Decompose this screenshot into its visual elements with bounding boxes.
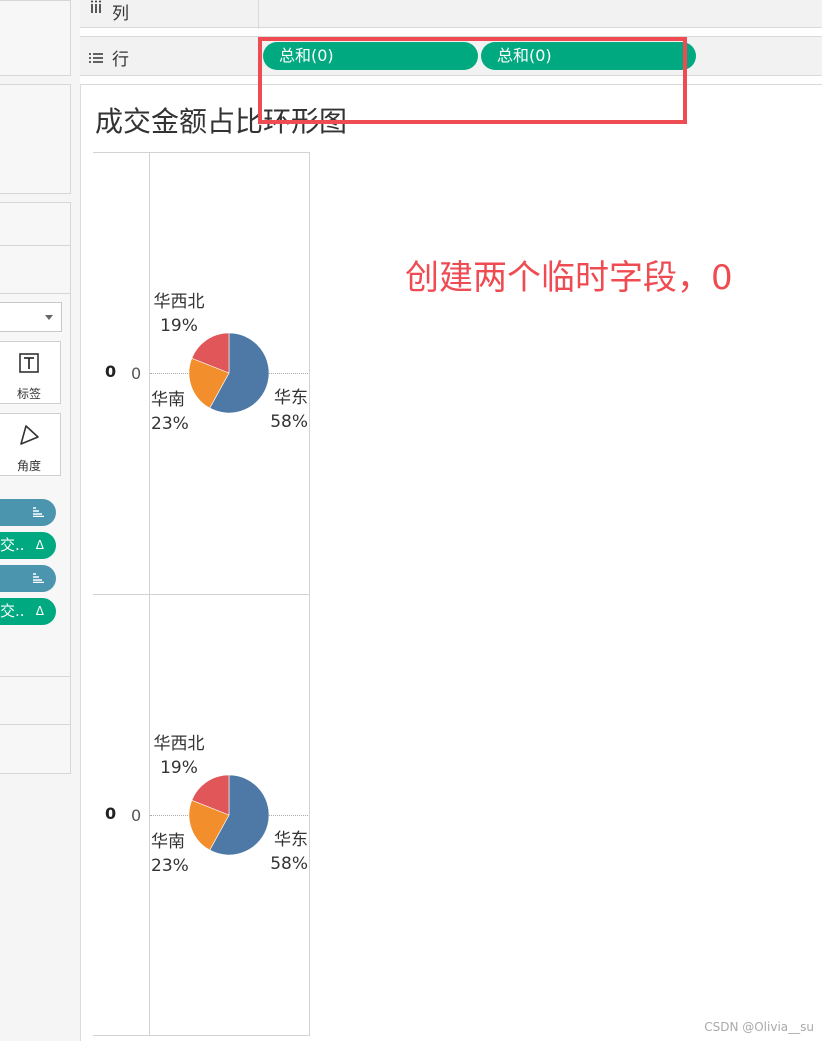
field-pill[interactable]: 交.. Δ — [0, 598, 56, 625]
pie-label-category: 华西北 — [153, 292, 205, 312]
pie-label-percent: 23% — [151, 414, 189, 434]
marks-divider — [0, 676, 71, 677]
pie-label-category: 华南 — [151, 832, 185, 852]
pie-label-south: 华南 23% — [151, 830, 189, 878]
pie-label-percent: 58% — [270, 854, 308, 874]
columns-icon — [90, 0, 102, 19]
pie-label-category: 华南 — [151, 390, 185, 410]
pie-label-percent: 19% — [160, 758, 198, 778]
chevron-down-icon — [45, 315, 53, 320]
pie-label-percent: 23% — [151, 856, 189, 876]
sort-icon — [33, 507, 44, 517]
delta-icon: Δ — [35, 604, 44, 618]
label-mark-button[interactable]: 标签 — [0, 341, 61, 404]
pie-chart[interactable] — [189, 775, 269, 855]
filters-card — [0, 0, 71, 76]
label-mark-text: 标签 — [16, 387, 41, 401]
annotation-text: 创建两个临时字段，0 — [405, 258, 733, 298]
annotation-highlight-box — [258, 37, 687, 124]
columns-shelf[interactable]: 列 — [80, 0, 822, 29]
marks-divider — [0, 724, 71, 725]
row-axis-header: 0 — [105, 804, 117, 823]
pie-label-northwest: 华西北 19% — [152, 290, 206, 338]
text-label-icon — [19, 353, 39, 373]
row-axis-header: 0 — [105, 362, 117, 381]
sort-icon — [33, 573, 44, 583]
marks-divider — [0, 293, 71, 294]
worksheet-view — [80, 84, 822, 1041]
marks-panel: 标签 角度 交.. Δ 交.. Δ — [0, 0, 80, 1041]
columns-shelf-label: 列 — [112, 4, 129, 24]
pill-label: 交.. — [0, 536, 25, 554]
mark-type-dropdown[interactable] — [0, 302, 62, 332]
field-pill[interactable] — [0, 565, 56, 592]
pie-label-category: 华西北 — [153, 734, 205, 754]
shelf-divider — [258, 0, 259, 29]
angle-mark-button[interactable]: 角度 — [0, 413, 61, 476]
pie-label-east: 华东 58% — [270, 828, 308, 876]
pie-label-percent: 19% — [160, 316, 198, 336]
axis-tick-label: 0 — [131, 806, 142, 825]
delta-icon: Δ — [35, 538, 44, 552]
pane-border — [93, 1035, 310, 1036]
angle-icon — [20, 425, 39, 445]
rows-shelf-label: 行 — [112, 50, 129, 70]
pie-label-percent: 58% — [270, 412, 308, 432]
field-pill[interactable] — [0, 499, 56, 526]
pie-label-northwest: 华西北 19% — [152, 732, 206, 780]
pie-label-east: 华东 58% — [270, 386, 308, 434]
pane-border — [93, 152, 310, 153]
pie-label-category: 华东 — [274, 388, 308, 408]
marks-divider — [0, 245, 71, 246]
pie-chart[interactable] — [189, 333, 269, 413]
angle-mark-text: 角度 — [16, 459, 41, 473]
pill-label: 交.. — [0, 602, 25, 620]
pages-card — [0, 84, 71, 194]
axis-tick-label: 0 — [131, 364, 142, 383]
field-pill[interactable]: 交.. Δ — [0, 532, 56, 559]
rows-icon — [89, 49, 103, 68]
marks-card — [0, 202, 71, 774]
pie-label-category: 华东 — [274, 830, 308, 850]
watermark: CSDN @Olivia__su — [704, 1020, 814, 1034]
pane-border — [93, 594, 310, 595]
pie-label-south: 华南 23% — [151, 388, 189, 436]
